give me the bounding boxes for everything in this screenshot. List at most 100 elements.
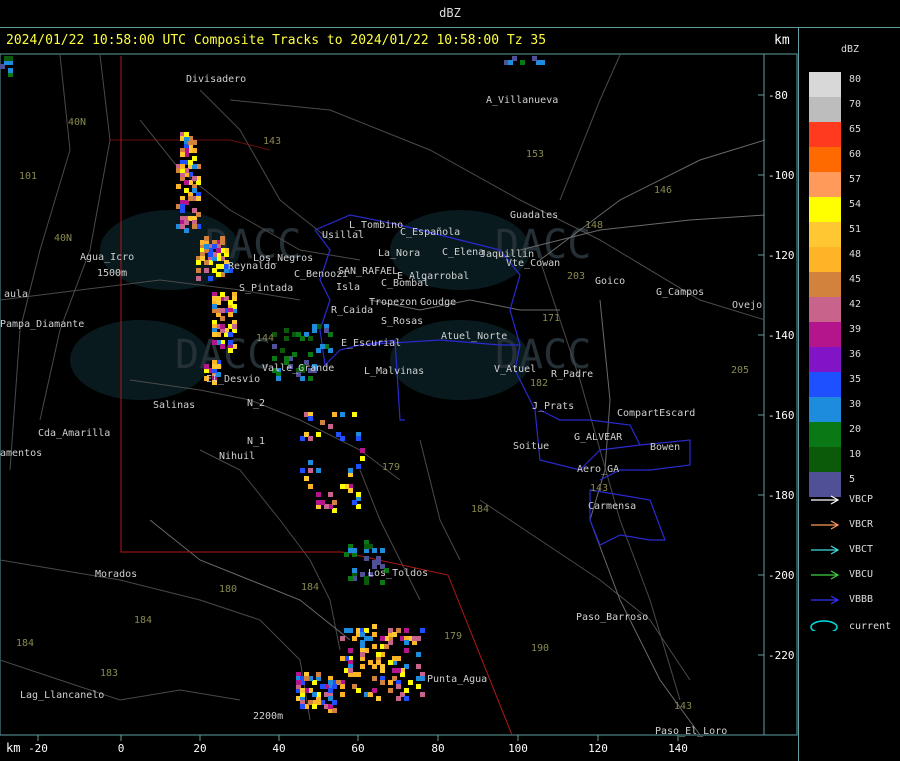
echo-pixel bbox=[352, 412, 357, 417]
echo-pixel bbox=[320, 420, 325, 425]
echo-pixel bbox=[540, 60, 545, 65]
echo-pixel bbox=[376, 652, 381, 657]
legend-panel: dBZ 80 70 65 60 57 54 51 48 45 42 39 36 35 30 20 10 5 VB… bbox=[798, 28, 900, 761]
echo-pixel bbox=[360, 652, 365, 657]
echo-pixel bbox=[188, 160, 193, 165]
echo-pixel bbox=[304, 676, 309, 681]
place-label: 148 bbox=[585, 220, 603, 231]
scale-label: 42 bbox=[849, 299, 862, 310]
echo-pixel bbox=[396, 684, 401, 689]
echo-pixel bbox=[420, 692, 425, 697]
echo-pixel bbox=[284, 328, 289, 333]
echo-pixel bbox=[308, 484, 313, 489]
place-label: Pampa_Diamante bbox=[0, 319, 84, 330]
echo-pixel bbox=[348, 668, 353, 673]
place-label: S_Pintada bbox=[239, 283, 293, 294]
place-label: 40N bbox=[68, 117, 86, 128]
scale-label: 45 bbox=[849, 274, 862, 285]
scale-swatch bbox=[809, 422, 841, 447]
track-label: VBBB bbox=[849, 594, 874, 605]
scale-swatch bbox=[809, 172, 841, 197]
echo-pixel bbox=[408, 680, 413, 685]
echo-pixel bbox=[336, 432, 341, 437]
scale-label: 80 bbox=[849, 74, 862, 85]
scale-swatch bbox=[809, 297, 841, 322]
scale-label: 35 bbox=[849, 374, 862, 385]
echo-pixel bbox=[272, 344, 277, 349]
y-tick-label: -200 bbox=[768, 569, 795, 582]
echo-pixel bbox=[388, 688, 393, 693]
echo-pixel bbox=[316, 468, 321, 473]
y-tick-label: -180 bbox=[768, 489, 795, 502]
scale-swatch bbox=[809, 322, 841, 347]
track-legend-row: VBBB bbox=[809, 594, 899, 614]
echo-pixel bbox=[340, 656, 345, 661]
echo-pixel bbox=[332, 700, 337, 705]
echo-pixel bbox=[404, 696, 409, 701]
scale-swatch bbox=[809, 347, 841, 372]
echo-pixel bbox=[328, 492, 333, 497]
echo-pixel bbox=[364, 544, 369, 549]
scale-swatch bbox=[809, 147, 841, 172]
echo-pixel bbox=[404, 648, 409, 653]
place-label: 146 bbox=[654, 185, 672, 196]
place-label: amentos bbox=[0, 448, 42, 459]
echo-pixel bbox=[404, 628, 409, 633]
echo-pixel bbox=[356, 464, 361, 469]
place-label: Los_Toldos bbox=[368, 568, 428, 579]
x-tick-label: -20 bbox=[28, 742, 48, 755]
place-label: SAN_RAFAEL bbox=[338, 266, 398, 277]
place-label: 184 bbox=[16, 638, 34, 649]
track-label: VBCU bbox=[849, 569, 874, 580]
scale-label: 51 bbox=[849, 224, 862, 235]
echo-pixel bbox=[372, 560, 377, 565]
place-label: 1500m bbox=[97, 268, 127, 279]
y-tick-label: -160 bbox=[768, 409, 795, 422]
place-label: 190 bbox=[531, 643, 549, 654]
echo-pixel bbox=[308, 352, 313, 357]
place-label: Cda_Amarilla bbox=[38, 428, 110, 439]
radar-window: dBZ 2024/01/22 10:58:00 UTC Composite Tr… bbox=[0, 0, 900, 761]
place-label: N_2 bbox=[247, 398, 265, 409]
echo-pixel bbox=[376, 660, 381, 665]
place-label: Aero_GA bbox=[577, 464, 619, 475]
echo-pixel bbox=[308, 468, 313, 473]
track-label: VBCT bbox=[849, 544, 874, 555]
y-tick-label: -120 bbox=[768, 249, 795, 262]
place-label: Valle_Grande bbox=[262, 363, 334, 374]
place-label: R_Caida bbox=[331, 305, 373, 316]
echo-pixel bbox=[520, 60, 525, 65]
place-label: R_Padre bbox=[551, 369, 593, 380]
echo-pixel bbox=[8, 68, 13, 73]
place-label: El_Desvio bbox=[206, 374, 260, 385]
echo-pixel bbox=[284, 336, 289, 341]
echo-pixel bbox=[372, 676, 377, 681]
echo-pixel bbox=[360, 632, 365, 637]
echo-pixel bbox=[212, 332, 217, 337]
place-label: A_Villanueva bbox=[486, 95, 558, 106]
x-tick-label: 120 bbox=[588, 742, 608, 755]
y-tick-label: -220 bbox=[768, 649, 795, 662]
echo-pixel bbox=[280, 348, 285, 353]
scale-swatch bbox=[809, 222, 841, 247]
radar-map[interactable]: DACC DACC DACC DACC DivisaderoA_Villanue… bbox=[0, 0, 798, 761]
place-label: Agua_Icro bbox=[80, 252, 134, 263]
echo-pixel bbox=[380, 548, 385, 553]
echo-pixel bbox=[212, 340, 217, 345]
scale-label: 70 bbox=[849, 99, 862, 110]
y-tick-label: -80 bbox=[768, 89, 788, 102]
place-label: Vte_Cowan bbox=[506, 258, 560, 269]
place-label: L_Malvinas bbox=[364, 366, 424, 377]
scale-label: 48 bbox=[849, 249, 862, 260]
place-label: Punta_Agua bbox=[427, 674, 487, 685]
place-label: Morados bbox=[95, 569, 137, 580]
place-label: Paso_El_Loro bbox=[655, 726, 727, 737]
echo-pixel bbox=[324, 328, 329, 333]
place-label: CompartEscard bbox=[617, 408, 695, 419]
place-label: Atuel_Norte bbox=[441, 331, 507, 342]
echo-pixel bbox=[360, 664, 365, 669]
echo-pixel bbox=[296, 680, 301, 685]
place-label: 144 bbox=[256, 333, 274, 344]
y-axis-ticks: -80 -100 -120 -140 -160 -180 -200 -220 bbox=[758, 89, 795, 662]
echo-pixel bbox=[328, 424, 333, 429]
